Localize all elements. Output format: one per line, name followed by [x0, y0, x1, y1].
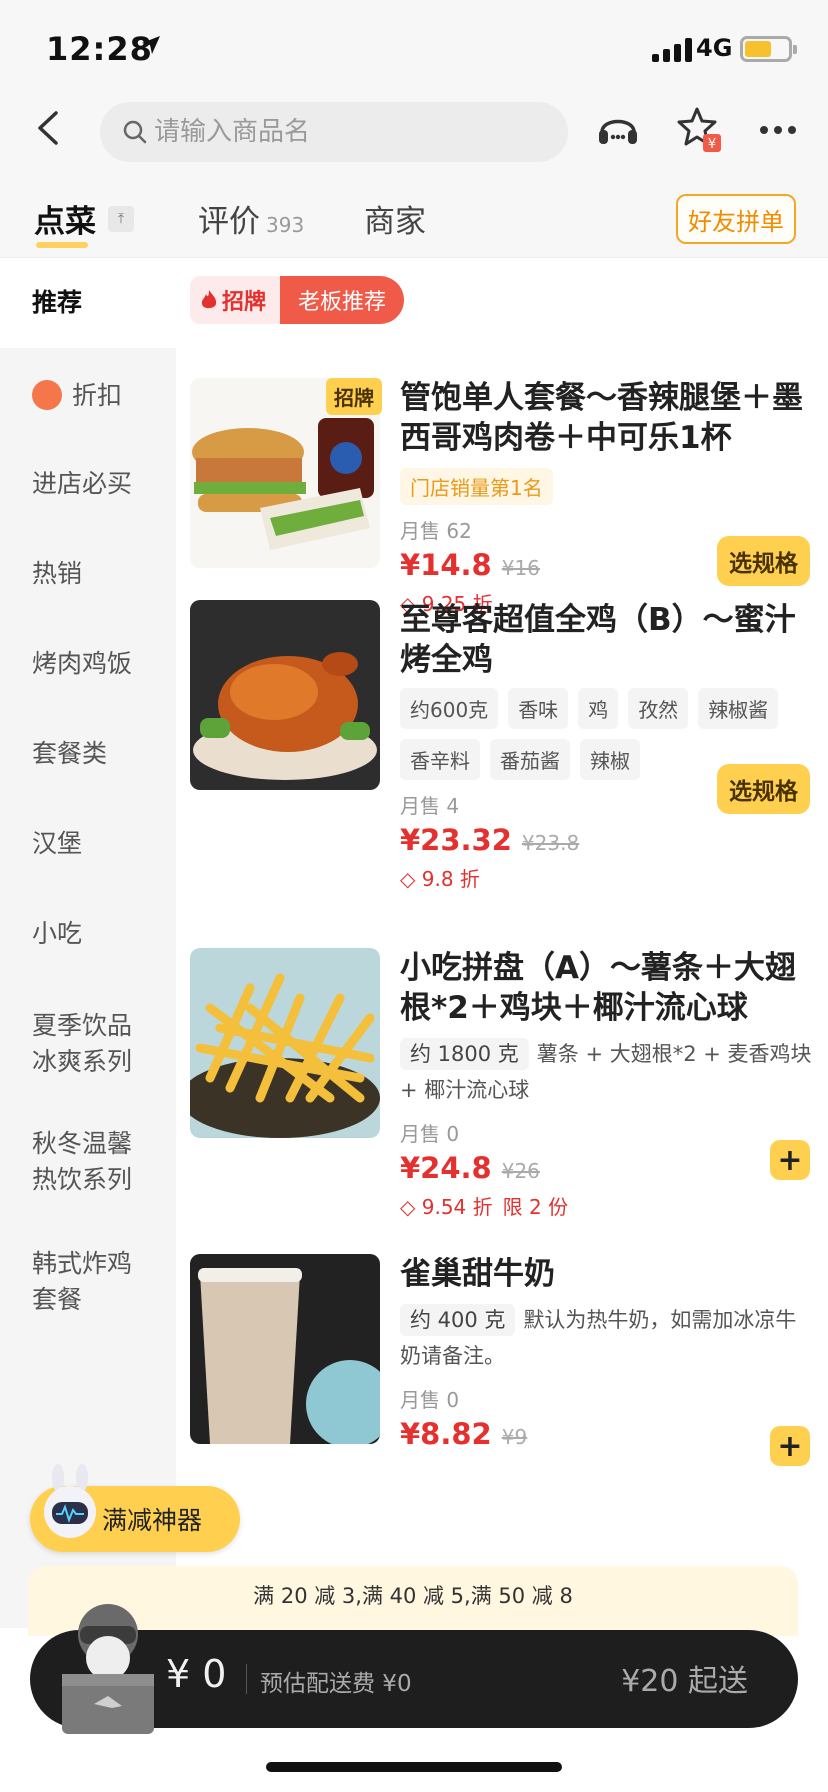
monthly-sales: 月售 0	[400, 1122, 460, 1146]
more-button[interactable]	[754, 106, 802, 154]
headset-icon	[599, 119, 637, 144]
sidebar-item-discount[interactable]: 折扣	[0, 378, 176, 414]
home-indicator	[266, 1762, 562, 1772]
sidebar-item-korean-chicken[interactable]: 韩式炸鸡套餐	[0, 1246, 150, 1318]
original-price: ¥26	[501, 1159, 540, 1183]
favorite-button[interactable]: ¥	[676, 106, 724, 154]
sidebar-item-hot[interactable]: 热销	[0, 556, 176, 592]
signal-icon	[652, 36, 692, 62]
choose-spec-button[interactable]: 选规格	[717, 764, 810, 814]
flame-icon	[201, 290, 217, 309]
star-coupon-icon: ¥	[677, 107, 721, 152]
choose-spec-button[interactable]: 选规格	[717, 536, 810, 586]
product-image[interactable]	[190, 1254, 380, 1444]
reviews-count: 393	[266, 213, 305, 237]
tag: 辣椒	[580, 739, 640, 780]
customer-service-button[interactable]	[594, 106, 642, 154]
product-card[interactable]: 雀巢甜牛奶 约 400 克默认为热牛奶，如需加冰凉牛奶请备注。 月售 0 ¥8.…	[190, 1254, 810, 1494]
cart-total: ¥ 0	[166, 1652, 227, 1696]
chevron-left-icon	[38, 111, 58, 145]
original-price: ¥16	[501, 556, 540, 580]
network-type: 4G	[696, 34, 733, 62]
tag: 番茄酱	[490, 739, 570, 780]
product-name: 至尊客超值全鸡（B）～蜜汁烤全鸡	[400, 602, 796, 678]
group-order-button[interactable]: 好友拼单	[676, 194, 796, 244]
sidebar-item-summer-drinks[interactable]: 夏季饮品冰爽系列	[0, 1008, 150, 1080]
product-card[interactable]: 招牌 管饱单人套餐～香辣腿堡＋墨西哥鸡肉卷＋中可乐1杯 门店销量第1名 月售 6…	[190, 378, 810, 616]
price: ¥8.82	[400, 1417, 492, 1451]
product-card[interactable]: 至尊客超值全鸡（B）～蜜汁烤全鸡 约600克 香味 鸡 孜然 辣椒酱 香辛料 番…	[190, 600, 810, 891]
clock: 12:28	[46, 30, 153, 68]
price: ¥24.8	[400, 1151, 492, 1185]
purchase-limit: 限 2 份	[502, 1195, 569, 1219]
promo-helper-button[interactable]: 满减神器	[30, 1464, 240, 1552]
location-arrow-icon	[140, 34, 162, 60]
more-dots-icon	[760, 126, 796, 134]
discount-icon	[32, 380, 62, 410]
product-description: 约 400 克默认为热牛奶，如需加冰凉牛奶请备注。	[400, 1302, 812, 1374]
tag: 辣椒酱	[698, 688, 779, 729]
robot-mascot-icon	[44, 1464, 96, 1538]
price: ¥23.32	[400, 823, 512, 857]
sidebar-item-roast-chicken-rice[interactable]: 烤肉鸡饭	[0, 646, 176, 682]
product-name: 雀巢甜牛奶	[400, 1256, 555, 1292]
tag: 香味	[508, 688, 569, 729]
delivery-fee: 预估配送费 ¥0	[260, 1671, 412, 1697]
search-icon	[123, 120, 147, 144]
battery-icon	[740, 36, 797, 62]
rank-tag: 门店销量第1名	[400, 468, 553, 505]
tab-reviews-label: 评价	[198, 204, 260, 240]
product-description: 约 1800 克薯条 + 大翅根*2 + 麦香鸡块 + 椰汁流心球	[400, 1036, 812, 1108]
svg-text:¥: ¥	[708, 137, 716, 152]
tab-reviews[interactable]: 评价 393	[198, 196, 304, 241]
tag: 香辛料	[400, 739, 480, 780]
courier-cart-icon[interactable]	[56, 1596, 160, 1736]
min-order-button[interactable]: ¥20 起送	[621, 1656, 748, 1700]
product-name: 小吃拼盘（A）～薯条＋大翅根*2＋鸡块＋椰汁流心球	[400, 950, 796, 1026]
back-button[interactable]	[26, 106, 70, 150]
sidebar-item-combos[interactable]: 套餐类	[0, 736, 176, 772]
discount-label: ◇ 9.8 折	[400, 867, 480, 891]
tag: 约600克	[400, 688, 499, 729]
tag: 孜然	[628, 688, 689, 729]
search-box[interactable]	[100, 102, 568, 162]
weight-tag: 约 1800 克	[400, 1038, 529, 1070]
category-sidebar: 推荐 折扣 进店必买 热销 烤肉鸡饭 套餐类 汉堡 小吃 夏季饮品冰爽系列 秋冬…	[0, 258, 176, 1628]
add-to-cart-button[interactable]: +	[770, 1140, 810, 1180]
sidebar-item-snacks[interactable]: 小吃	[0, 916, 150, 952]
add-to-cart-button[interactable]: +	[770, 1426, 810, 1466]
sidebar-item-burgers[interactable]: 汉堡	[0, 826, 176, 862]
tab-bar: 点菜 ⤒ 评价 393 商家 好友拼单	[0, 184, 828, 258]
sidebar-item-recommend[interactable]: 推荐	[0, 258, 176, 348]
discount-label: ◇ 9.54 折限 2 份	[400, 1195, 569, 1219]
product-image[interactable]	[190, 600, 380, 790]
monthly-sales: 月售 0	[400, 1388, 460, 1412]
product-image[interactable]	[190, 948, 380, 1138]
status-bar: 12:28 4G	[0, 0, 828, 96]
sidebar-item-must-buy[interactable]: 进店必买	[0, 466, 176, 502]
weight-tag: 约 400 克	[400, 1304, 516, 1336]
tag: 鸡	[578, 688, 619, 729]
original-price: ¥23.8	[521, 831, 580, 855]
sidebar-item-winter-drinks[interactable]: 秋冬温馨热饮系列	[0, 1126, 150, 1198]
original-price: ¥9	[501, 1425, 528, 1449]
header-bar: ¥	[0, 96, 828, 184]
tab-order[interactable]: 点菜	[34, 196, 96, 241]
search-input[interactable]	[154, 117, 534, 147]
pin-icon[interactable]: ⤒	[108, 206, 134, 232]
product-name: 管饱单人套餐～香辣腿堡＋墨西哥鸡肉卷＋中可乐1杯	[400, 380, 803, 456]
signature-badge: 招牌	[326, 378, 382, 415]
product-list: 招牌 老板推荐 招牌 管饱单人套餐～香辣腿堡＋墨西哥鸡肉卷＋中可乐1杯 门店销量…	[176, 258, 828, 1638]
active-tab-indicator	[36, 242, 88, 248]
tab-merchant[interactable]: 商家	[364, 196, 426, 241]
recommend-banner: 招牌 老板推荐	[190, 276, 405, 324]
price: ¥14.8	[400, 548, 492, 582]
product-card[interactable]: 小吃拼盘（A）～薯条＋大翅根*2＋鸡块＋椰汁流心球 约 1800 克薯条 + 大…	[190, 948, 812, 1238]
